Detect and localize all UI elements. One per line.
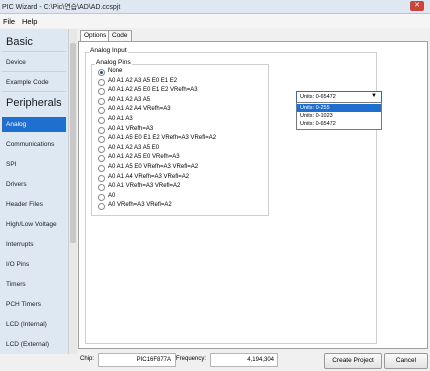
sidebar-item-timers[interactable]: Timers [6, 281, 26, 288]
radio-button[interactable] [98, 174, 105, 182]
radio-label: A0 A1 VRefh=A3 [108, 125, 154, 132]
radio-button[interactable] [98, 136, 105, 144]
units-option[interactable]: Units: 0-255 [297, 104, 381, 112]
radio-label: A0 A1 A2 A3 A5 [108, 96, 151, 103]
chip-label: Chip: [80, 356, 95, 362]
sidebar-item-analog[interactable]: Analog [6, 121, 26, 128]
frequency-field: 4,194,304 [210, 353, 278, 367]
sidebar-item-drivers[interactable]: Drivers [6, 181, 27, 188]
close-button[interactable]: ✕ [410, 1, 424, 11]
chevron-down-icon: ▼ [371, 93, 377, 99]
radio-button[interactable] [98, 155, 105, 163]
analog-input-label: Analog Input [89, 47, 128, 54]
radio-label: A0 A1 A2 A5 E0 VRefh=A3 [108, 154, 180, 161]
radio-button[interactable] [98, 126, 105, 134]
radio-label: A0 [108, 192, 116, 199]
frequency-label: Frequency: [176, 356, 207, 362]
section-basic: Basic [6, 36, 33, 48]
radio-button[interactable] [98, 203, 105, 211]
radio-button[interactable] [98, 78, 105, 86]
frequency-value: 4,194,304 [247, 357, 274, 363]
window-title: PIC Wizard - C:\Pic\연습\AD\AD.ccspjt [2, 4, 121, 11]
sidebar-item-lcd-external[interactable]: LCD (External) [6, 341, 49, 348]
radio-label: A0 A1 A5 E0 VRefh=A3 VRefl=A2 [108, 164, 199, 170]
chip-value: PIC16F877A [136, 357, 171, 363]
radio-label: A0 A1 A2 A4 VRefh=A3 [108, 106, 171, 113]
divider [2, 51, 66, 52]
radio-label: A0 A1 VRefh=A3 VRefl=A2 [108, 183, 181, 190]
cancel-button[interactable]: Cancel [384, 353, 428, 369]
scrollbar-thumb[interactable] [70, 43, 76, 243]
radio-button[interactable] [98, 145, 105, 153]
create-project-button[interactable]: Create Project [324, 353, 382, 369]
sidebar-item-communications[interactable]: Communications [6, 141, 54, 148]
divider [2, 91, 66, 92]
sidebar-scrollbar[interactable] [68, 29, 77, 354]
sidebar-item-high-low-voltage[interactable]: High/Low Voltage [6, 221, 57, 228]
section-peripherals: Peripherals [6, 97, 62, 109]
radio-button[interactable] [98, 184, 105, 192]
units-option[interactable]: Units: 0-1023 [297, 112, 381, 120]
menu-bar: File Help [0, 14, 430, 28]
sidebar: Basic Device Example Code Peripherals An… [0, 29, 69, 354]
divider [2, 71, 66, 72]
sidebar-item-header-files[interactable]: Header Files [6, 201, 43, 208]
units-value: Units: 0-65472 [300, 94, 336, 100]
units-dropdown-list: Units: 0-255 Units: 0-1023 Units: 0-6547… [296, 102, 382, 130]
status-bar: Chip: PIC16F877A Frequency: 4,194,304 Cr… [78, 351, 428, 369]
radio-label: A0 A1 A4 VRefh=A3 VRefl=A2 [108, 173, 190, 180]
sidebar-item-lcd-internal[interactable]: LCD (Internal) [6, 321, 47, 328]
radio-label: A0 VRefh=A3 VRefl=A2 [108, 202, 172, 209]
sidebar-item-example-code[interactable]: Example Code [6, 79, 49, 86]
units-option[interactable]: Units: 0-65472 [297, 120, 381, 128]
radio-button[interactable] [98, 107, 105, 115]
title-bar: PIC Wizard - C:\Pic\연습\AD\AD.ccspjt ✕ [0, 0, 430, 14]
radio-button[interactable] [98, 88, 105, 96]
radio-label: None [108, 68, 123, 74]
radio-button[interactable] [98, 69, 105, 76]
radio-label: A0 A1 A2 A5 E0 E1 E2 VRefh=A3 [108, 87, 198, 94]
radio-button[interactable] [98, 193, 105, 201]
analog-pins-label: Analog Pins [95, 59, 132, 66]
radio-label: A0 A1 A2 A3 A5 E0 E1 E2 [108, 77, 178, 84]
sidebar-item-spi[interactable]: SPI [6, 161, 16, 168]
analog-pins-list: None A0 A1 A2 A3 A5 E0 E1 E2 A0 A1 A2 A5 E… [78, 68, 278, 218]
radio-label: A0 A1 A5 E0 E1 E2 VRefh=A3 VRefl=A2 [108, 135, 217, 142]
menu-help[interactable]: Help [22, 17, 37, 26]
sidebar-item-interrupts[interactable]: Interrupts [6, 241, 33, 248]
chip-field: PIC16F877A [98, 353, 176, 367]
sidebar-item-io-pins[interactable]: I/O Pins [6, 261, 29, 268]
sidebar-item-pch-timers[interactable]: PCH Timers [6, 301, 41, 308]
menu-file[interactable]: File [3, 17, 15, 26]
radio-button[interactable] [98, 117, 105, 124]
radio-label: A0 A1 A2 A3 A5 E0 [108, 144, 160, 151]
radio-button[interactable] [98, 165, 105, 172]
sidebar-item-device[interactable]: Device [6, 59, 26, 66]
radio-button[interactable] [98, 97, 105, 105]
radio-label: A0 A1 A3 [108, 116, 133, 122]
